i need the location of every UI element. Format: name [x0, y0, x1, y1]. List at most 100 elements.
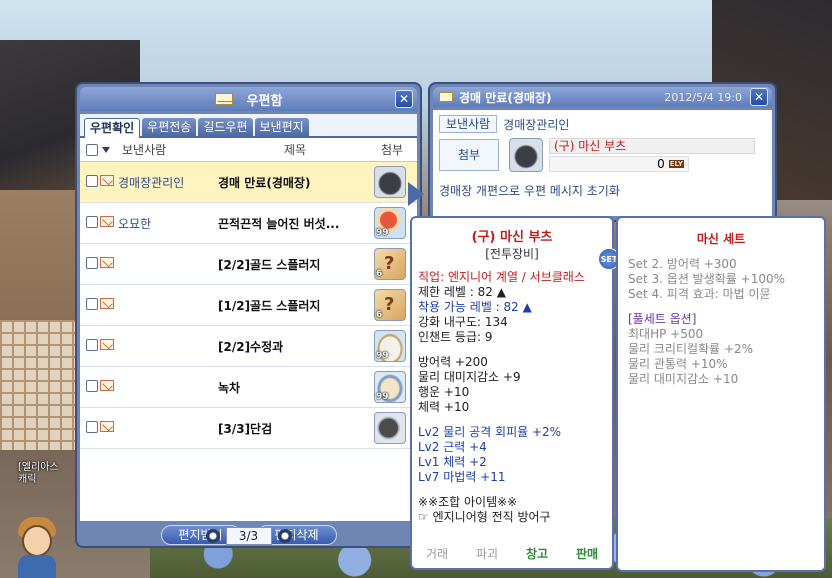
next-page-button[interactable]: [277, 529, 292, 543]
mail-row-sender: 오묘한: [118, 216, 152, 231]
tab-inbox[interactable]: 우편확인: [84, 118, 141, 138]
mailbox-tabs: 우편확인 우편전송 길드우편 보낸편지: [80, 114, 417, 138]
mail-row-checkbox[interactable]: [86, 420, 98, 433]
mailbox-titlebar[interactable]: 우편함 ✕: [80, 87, 417, 111]
column-attachment[interactable]: 첨부: [374, 141, 410, 158]
read-mail-message: 경매장 개편으로 우편 메시지 초기화: [439, 184, 620, 198]
read-mail-titlebar[interactable]: 경매 만료(경매장) 2012/5/4 19:0 ✕: [433, 87, 772, 107]
envelope-icon: [100, 298, 114, 309]
tooltip-actions: 거래 파괴 창고 판매: [412, 545, 612, 562]
attachment-qty: 6: [376, 310, 383, 320]
envelope-icon: [439, 92, 453, 102]
mail-row[interactable]: [2/2]수정과 99: [80, 326, 417, 367]
mail-row-subject: 녹차: [218, 380, 241, 395]
close-icon[interactable]: ✕: [750, 88, 768, 106]
price-value: 0: [657, 157, 665, 171]
dropdown-arrow-icon[interactable]: [102, 146, 110, 153]
full-set-effect: 물리 대미지감소 +10: [628, 372, 739, 386]
mail-row-checkbox[interactable]: [86, 379, 98, 392]
storage-action[interactable]: 창고: [526, 545, 548, 562]
envelope-icon: [100, 175, 114, 186]
destroy-action[interactable]: 파괴: [476, 545, 498, 562]
attachment-row: 첨부 (구) 마신 부츠 0 ELY: [439, 138, 766, 172]
mail-row[interactable]: [1/2]골드 스플러지 6: [80, 285, 417, 326]
attachment-item-icon[interactable]: [374, 412, 406, 444]
attachment-item-icon[interactable]: 99: [374, 371, 406, 403]
sender-row: 보낸사람 경매장관리인: [439, 114, 766, 134]
character-name-tag: [엘리아스 캐릭: [18, 462, 59, 486]
tooltip-usable-level: 착용 가능 레벨 : 82 ▲: [418, 300, 532, 314]
read-mail-body: 보낸사람 경매장관리인 첨부 (구) 마신 부츠 0 ELY 경매장 개편으로 …: [433, 110, 772, 216]
envelope-icon: [100, 216, 114, 227]
mail-row[interactable]: 오묘한 끈적끈적 늘어진 버섯... 99: [80, 203, 417, 244]
attachment-item-icon[interactable]: 6: [374, 248, 406, 280]
full-set-effect: 물리 관통력 +10%: [628, 357, 728, 371]
envelope-icon: [100, 421, 114, 432]
mailbox-body: 우편확인 우편전송 길드우편 보낸편지 보낸사람 제목 첨부 경매장관리인 경매 …: [80, 114, 417, 545]
character-face: [22, 525, 52, 557]
read-mail-title: 경매 만료(경매장): [459, 90, 552, 105]
tooltip-durability: 강화 내구도: 134: [418, 315, 508, 329]
character-body: [18, 555, 56, 578]
attachment-item-icon[interactable]: 99: [374, 207, 406, 239]
sender-name: 경매장관리인: [503, 117, 570, 132]
select-all-checkbox[interactable]: [86, 143, 98, 156]
background-lattice-window: [0, 320, 78, 450]
tooltip-stat: 행운 +10: [418, 385, 470, 399]
read-mail-date: 2012/5/4 19:0: [664, 90, 742, 104]
boots-item-icon[interactable]: [509, 138, 543, 172]
attachment-label: 첨부: [439, 139, 499, 171]
prev-page-button[interactable]: [205, 529, 220, 543]
mouse-cursor-icon: [408, 182, 424, 206]
envelope-icon: [100, 257, 114, 268]
full-set-effect: 물리 크리티컬확률 +2%: [628, 342, 754, 356]
mail-row-subject: [2/2]수정과: [218, 339, 284, 354]
mail-row-checkbox[interactable]: [86, 338, 98, 351]
tooltip-item-name: (구) 마신 부츠: [471, 230, 553, 245]
tab-sent[interactable]: 보낸편지: [254, 118, 309, 136]
set-effect: Set 3. 옵션 발생확률 +100%: [628, 272, 786, 286]
mail-row-subject: [1/2]골드 스플러지: [218, 298, 321, 313]
sell-action[interactable]: 판매: [576, 545, 598, 562]
mail-row-checkbox[interactable]: [86, 215, 98, 228]
attachment-info: (구) 마신 부츠 0 ELY: [549, 138, 755, 172]
tab-guild-mail[interactable]: 길드우편: [198, 118, 253, 136]
attachment-item-icon[interactable]: 6: [374, 289, 406, 321]
mail-row-subject: [3/3]단검: [218, 421, 273, 436]
page-indicator: 3/3: [225, 527, 272, 545]
mail-row-checkbox[interactable]: [86, 174, 98, 187]
tooltip-combo-title: ※※조합 아이템※※: [418, 495, 518, 509]
attachment-price: 0 ELY: [549, 156, 689, 172]
tooltip-enchant: 인챈트 등급: 9: [418, 330, 493, 344]
mail-row[interactable]: [2/2]골드 스플러지 6: [80, 244, 417, 285]
attachment-qty: 99: [376, 351, 389, 361]
mail-row[interactable]: 녹차 99: [80, 367, 417, 408]
set-effect: Set 2. 방어력 +300: [628, 257, 737, 271]
set-effect: Set 4. 피격 효과: 마법 이뮨: [628, 287, 771, 301]
column-subject[interactable]: 제목: [216, 141, 374, 158]
attachment-item-icon[interactable]: 99: [374, 330, 406, 362]
tooltip-option: Lv2 근력 +4: [418, 440, 487, 454]
trade-action[interactable]: 거래: [426, 545, 448, 562]
mail-row-subject: [2/2]골드 스플러지: [218, 257, 321, 272]
attachment-item-icon[interactable]: [374, 166, 406, 198]
tooltip-option: Lv1 체력 +2: [418, 455, 487, 469]
close-icon[interactable]: ✕: [395, 90, 413, 108]
tooltip-stat: 물리 대미지감소 +9: [418, 370, 521, 384]
tooltip-job: 직업: 엔지니어 계열 / 서브클래스: [418, 270, 585, 284]
envelope-icon: [214, 93, 233, 105]
attachment-qty: 99: [376, 228, 389, 238]
character-name-line1: [엘리아스: [18, 462, 59, 473]
mail-row[interactable]: [3/3]단검: [80, 408, 417, 449]
player-character[interactable]: [8, 515, 64, 578]
mail-row-checkbox[interactable]: [86, 297, 98, 310]
tooltip-item-category: [전투장비]: [485, 247, 539, 261]
envelope-icon: [100, 339, 114, 350]
column-sender[interactable]: 보낸사람: [122, 141, 216, 158]
mail-row-checkbox[interactable]: [86, 256, 98, 269]
tooltip-option: Lv2 물리 공격 회피율 +2%: [418, 425, 562, 439]
attachment-qty: 99: [376, 392, 389, 402]
full-set-title: [풀세트 옵션]: [628, 312, 697, 326]
tab-send[interactable]: 우편전송: [142, 118, 197, 136]
mail-row[interactable]: 경매장관리인 경매 만료(경매장): [80, 162, 417, 203]
